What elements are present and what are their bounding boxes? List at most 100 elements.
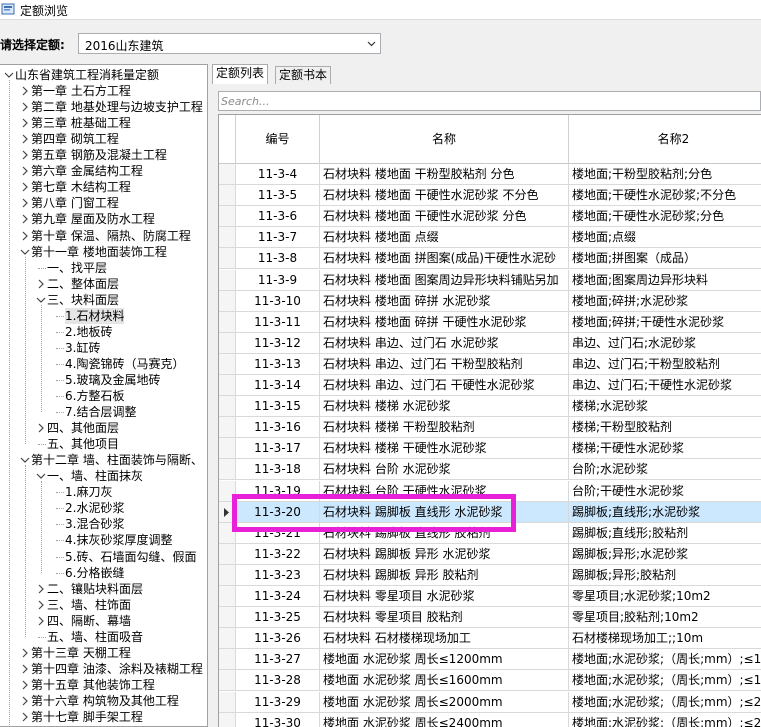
chevron-right-icon[interactable]: [20, 134, 30, 144]
row-indicator[interactable]: [219, 164, 236, 184]
row-indicator[interactable]: [219, 480, 236, 501]
tree-node[interactable]: 山东省建筑工程消耗量定额: [0, 67, 207, 83]
tree-node[interactable]: 第三章 桩基础工程: [0, 115, 207, 131]
tree-node[interactable]: 5.玻璃及金属地砖: [0, 372, 207, 388]
table-row[interactable]: 11-3-6 石材块料 楼地面 干硬性水泥砂浆 分色 楼地面;干硬性水泥砂浆;分色: [219, 206, 761, 228]
chevron-right-icon[interactable]: [20, 166, 30, 176]
row-indicator[interactable]: [219, 269, 236, 290]
chevron-right-icon[interactable]: [20, 231, 30, 241]
tree-node[interactable]: 第十七章 脚手架工程: [0, 709, 207, 725]
tree-node[interactable]: 2.地板砖: [0, 324, 207, 340]
chevron-right-icon[interactable]: [20, 198, 30, 208]
table-row[interactable]: 11-3-20 石材块料 踢脚板 直线形 水泥砂浆 踢脚板;直线形;水泥砂浆: [219, 501, 761, 523]
tree-node[interactable]: 第十五章 其他装饰工程: [0, 677, 207, 693]
tree-node[interactable]: 五、其他项目: [0, 436, 207, 452]
chevron-down-icon[interactable]: [36, 471, 46, 481]
header-name[interactable]: 名称: [320, 115, 569, 164]
row-indicator[interactable]: [219, 417, 236, 438]
table-row[interactable]: 11-3-28 楼地面 水泥砂浆 周长≤1600mm 楼地面;水泥砂浆;（周长;mm…: [219, 670, 761, 692]
tree-node[interactable]: 第九章 屋面及防水工程: [0, 211, 207, 227]
chevron-right-icon[interactable]: [20, 182, 30, 192]
tree-node[interactable]: 第六章 金属结构工程: [0, 163, 207, 179]
chevron-right-icon[interactable]: [20, 150, 30, 160]
chevron-right-icon[interactable]: [36, 600, 46, 610]
tree-node[interactable]: 一、墙、柱面抹灰: [0, 468, 207, 484]
row-indicator[interactable]: [219, 628, 236, 649]
table-row[interactable]: 11-3-29 楼地面 水泥砂浆 周长≤2000mm 楼地面;水泥砂浆;（周长;mm…: [219, 691, 761, 713]
row-indicator[interactable]: [219, 311, 236, 332]
tree-node[interactable]: 1.麻刀灰: [0, 484, 207, 500]
row-indicator[interactable]: [219, 649, 236, 670]
table-row[interactable]: 11-3-9 石材块料 楼地面 图案周边异形块料铺贴另加 楼地面;图案周边异形块料: [219, 269, 761, 291]
tree-node[interactable]: 第二章 地基处理与边坡支护工程: [0, 99, 207, 115]
quota-grid[interactable]: 编号 名称 名称2 11-3-4 石材块料 楼地面 干粉型胶粘剂 分色 楼地面;干粉…: [218, 114, 761, 727]
tree-node[interactable]: 3.缸砖: [0, 340, 207, 356]
table-row[interactable]: 11-3-11 石材块料 楼地面 碎拼 干硬性水泥砂浆 楼地面;碎拼;干硬性水泥砂浆: [219, 311, 761, 333]
table-row[interactable]: 11-3-15 石材块料 楼梯 水泥砂浆 楼梯;水泥砂浆: [219, 396, 761, 418]
chevron-right-icon[interactable]: [20, 118, 30, 128]
header-code[interactable]: 编号: [236, 115, 320, 164]
chevron-down-icon[interactable]: [363, 34, 380, 53]
table-row[interactable]: 11-3-23 石材块料 踢脚板 异形 胶粘剂 踢脚板;异形;胶粘剂: [219, 564, 761, 586]
row-indicator[interactable]: [219, 607, 236, 628]
table-row[interactable]: 11-3-30 楼地面 水泥砂浆 周长≤2400mm 楼地面;水泥砂浆;（周长;mm…: [219, 712, 761, 727]
row-indicator[interactable]: [219, 586, 236, 606]
row-indicator[interactable]: [219, 185, 236, 206]
row-indicator[interactable]: [219, 206, 236, 227]
table-row[interactable]: 11-3-24 石材块料 零星项目 水泥砂浆 零星项目;水泥砂浆;10m2: [219, 586, 761, 607]
tree-node[interactable]: 2.水泥砂浆: [0, 500, 207, 516]
tree-node[interactable]: 第十六章 构筑物及其他工程: [0, 693, 207, 709]
row-indicator[interactable]: [219, 332, 236, 353]
chevron-down-icon[interactable]: [4, 70, 14, 80]
tree-node[interactable]: 4.抹灰砂浆厚度调整: [0, 532, 207, 548]
tree-node[interactable]: 四、其他面层: [0, 420, 207, 436]
tree-node[interactable]: 四、隔断、幕墙: [0, 613, 207, 629]
table-row[interactable]: 11-3-19 石材块料 台阶 干硬性水泥砂浆 台阶;干硬性水泥砂浆: [219, 480, 761, 502]
tree-node[interactable]: 6.分格嵌缝: [0, 565, 207, 581]
tree-node[interactable]: 7.结合层调整: [0, 404, 207, 420]
chapter-tree[interactable]: 山东省建筑工程消耗量定额 第一章 土石方工程 第二章 地基处理与边坡支护工程 第三章 …: [0, 64, 208, 727]
tree-node[interactable]: 三、墙、柱饰面: [0, 597, 207, 613]
table-row[interactable]: 11-3-18 石材块料 台阶 水泥砂浆 台阶;水泥砂浆: [219, 459, 761, 481]
table-row[interactable]: 11-3-25 石材块料 零星项目 胶粘剂 零星项目;胶粘剂;10m2: [219, 607, 761, 629]
search-input[interactable]: [221, 93, 751, 109]
tree-node[interactable]: 第四章 砌筑工程: [0, 131, 207, 147]
table-row[interactable]: 11-3-10 石材块料 楼地面 碎拼 水泥砂浆 楼地面;碎拼;水泥砂浆: [219, 290, 761, 312]
table-row[interactable]: 11-3-8 石材块料 楼地面 拼图案(成品)干硬性水泥砂 楼地面;拼图案（成品）: [219, 248, 761, 270]
row-indicator[interactable]: [219, 691, 236, 712]
tree-node[interactable]: 第十章 保温、隔热、防腐工程: [0, 228, 207, 244]
tree-node[interactable]: 五、墙、柱面吸音: [0, 629, 207, 645]
tree-node[interactable]: 6.方整石板: [0, 388, 207, 404]
tree-node[interactable]: 二、镶贴块料面层: [0, 581, 207, 597]
chevron-right-icon[interactable]: [36, 616, 46, 626]
search-box[interactable]: [218, 91, 761, 111]
tree-node[interactable]: 第八章 门窗工程: [0, 195, 207, 211]
row-indicator[interactable]: [219, 543, 236, 564]
tree-node[interactable]: 一、找平层: [0, 260, 207, 276]
chevron-right-icon[interactable]: [20, 696, 30, 706]
table-row[interactable]: 11-3-14 石材块料 串边、过门石 干硬性水泥砂浆 串边、过门石;干硬性水泥砂浆: [219, 375, 761, 396]
row-indicator[interactable]: [219, 290, 236, 311]
tab-quota-book[interactable]: 定额书本: [275, 66, 332, 84]
table-row[interactable]: 11-3-22 石材块料 踢脚板 异形 水泥砂浆 踢脚板;异形;水泥砂浆: [219, 543, 761, 565]
tree-node[interactable]: 第十二章 墙、柱面装饰与隔断、: [0, 452, 207, 468]
table-row[interactable]: 11-3-4 石材块料 楼地面 干粉型胶粘剂 分色 楼地面;干粉型胶粘剂;分色: [219, 164, 761, 185]
table-row[interactable]: 11-3-16 石材块料 楼梯 干粉型胶粘剂 楼梯;干粉型胶粘剂: [219, 417, 761, 439]
table-row[interactable]: 11-3-7 石材块料 楼地面 点缀 楼地面;点缀: [219, 227, 761, 249]
quota-select[interactable]: 2016山东建筑: [78, 33, 381, 54]
header-name2[interactable]: 名称2: [569, 115, 761, 164]
chevron-down-icon[interactable]: [20, 247, 30, 257]
tree-node[interactable]: 5.砖、石墙面勾缝、假面: [0, 549, 207, 565]
row-indicator[interactable]: [219, 501, 236, 522]
chevron-right-icon[interactable]: [36, 423, 46, 433]
tree-node[interactable]: 3.混合砂浆: [0, 516, 207, 532]
tree-node[interactable]: 1.石材块料: [0, 307, 207, 324]
row-indicator[interactable]: [219, 522, 236, 543]
row-indicator[interactable]: [219, 564, 236, 585]
row-indicator[interactable]: [219, 227, 236, 248]
row-indicator[interactable]: [219, 353, 236, 374]
chevron-right-icon[interactable]: [36, 584, 46, 594]
table-row[interactable]: 11-3-26 石材块料 石材楼梯现场加工 石材楼梯现场加工;;10m: [219, 628, 761, 650]
tree-node[interactable]: 第十四章 油漆、涂料及裱糊工程: [0, 661, 207, 677]
tab-quota-list[interactable]: 定额列表: [212, 64, 269, 84]
